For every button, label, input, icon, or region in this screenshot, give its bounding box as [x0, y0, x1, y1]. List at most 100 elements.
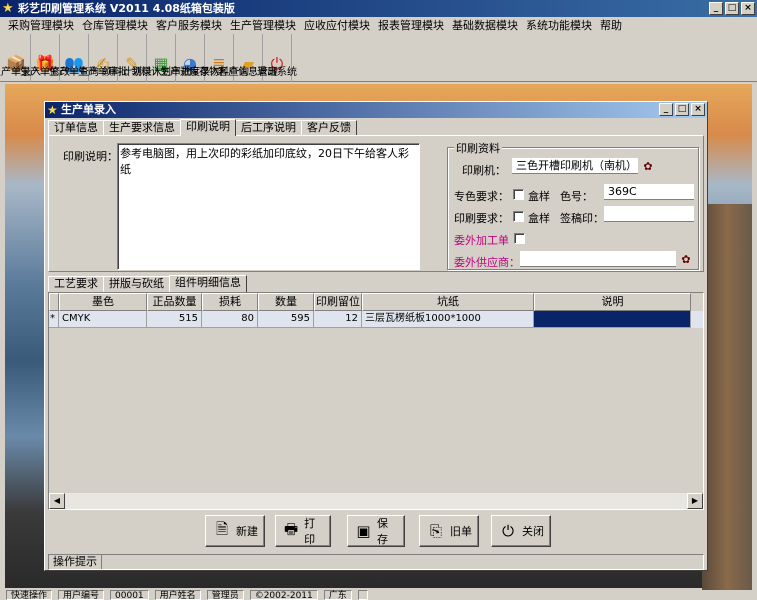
print-req-label: 印刷要求： — [454, 212, 509, 225]
main-toolbar: 📦生产单录入🎁生产单修改👥生产单查询✍生产单审批✎领料计划录入▦领料计划审批◕生… — [0, 34, 757, 82]
tab-top-0[interactable]: 订单信息 — [48, 120, 104, 136]
menu-accounts[interactable]: 应收应付模块 — [300, 17, 374, 34]
child-minimize-button[interactable]: _ — [659, 103, 673, 116]
component-detail-grid[interactable]: 墨色 正品数量 损耗 数量 印刷留位 坑纸 说明 * CMYK 515 80 5… — [48, 292, 704, 510]
supplier-field[interactable] — [520, 251, 676, 267]
child-close-button[interactable]: × — [691, 103, 705, 116]
grid-horizontal-scrollbar[interactable]: ◀ ▶ — [49, 493, 703, 509]
press-field[interactable]: 三色开槽印刷机（南机） — [512, 158, 638, 174]
operation-hint-bar: 操作提示 — [48, 554, 704, 570]
spot-sample-checkbox[interactable] — [513, 189, 524, 200]
app-title: 彩艺印刷管理系统 V2011 4.08纸箱包装版 — [18, 2, 235, 15]
print-sample-checkbox[interactable] — [513, 211, 524, 222]
supplier-label: 委外供应商： — [454, 256, 520, 269]
tab-top-1[interactable]: 生产要求信息 — [103, 120, 181, 136]
col-margin[interactable]: 印刷留位 — [314, 293, 362, 311]
old-order-icon: ⎘ — [429, 522, 442, 540]
toolbar-button-9[interactable]: ⏻ 退出系统 — [257, 34, 297, 82]
table-row[interactable]: * CMYK 515 80 595 12 三层瓦楞纸板1000*1000 — [49, 311, 703, 328]
scroll-right-icon[interactable]: ▶ — [687, 493, 703, 509]
bottom-tab-strip: 工艺要求 拼版与砍纸 组件明细信息 — [48, 275, 247, 292]
print-sample-label: 盒样 — [528, 212, 550, 225]
status-cell-1: 用户编号 — [58, 590, 105, 600]
status-cell-4: 管理员 — [206, 590, 244, 600]
print-data-group: 印刷资料 印刷机： 三色开槽印刷机（南机） ✿ 专色要求： 盒样 色号： 369… — [447, 140, 699, 270]
menu-production[interactable]: 生产管理模块 — [226, 17, 300, 34]
action-button-2[interactable]: ▣ 保存 — [347, 515, 405, 547]
cell-note[interactable] — [534, 311, 691, 328]
col-paper[interactable]: 坑纸 — [362, 293, 534, 311]
spot-color-label: 专色要求： — [454, 190, 509, 203]
close-button[interactable]: × — [741, 2, 755, 15]
tab-bottom-2[interactable]: 组件明细信息 — [169, 275, 247, 292]
action-button-label: 关闭 — [522, 525, 544, 538]
outsource-checkbox[interactable] — [514, 233, 525, 244]
action-button-1[interactable]: 🖶 打印 — [275, 515, 331, 547]
close-power-icon: ⏻ — [502, 522, 514, 540]
col-good-qty[interactable]: 正品数量 — [147, 293, 202, 311]
menu-reports[interactable]: 报表管理模块 — [374, 17, 448, 34]
color-no-field[interactable]: 369C — [604, 184, 694, 200]
action-button-label: 打印 — [304, 517, 316, 546]
grid-indicator-header — [49, 293, 59, 311]
cell-qty[interactable]: 595 — [258, 311, 314, 328]
tab-bottom-1[interactable]: 拼版与砍纸 — [103, 276, 170, 292]
action-button-0[interactable]: 🗎 新建 — [205, 515, 265, 547]
cell-paper[interactable]: 三层瓦楞纸板1000*1000 — [362, 311, 534, 328]
action-button-4[interactable]: ⏻ 关闭 — [491, 515, 551, 547]
grid-header: 墨色 正品数量 损耗 数量 印刷留位 坑纸 说明 — [49, 293, 703, 311]
tab-bottom-0[interactable]: 工艺要求 — [48, 276, 104, 292]
menu-system[interactable]: 系统功能模块 — [522, 17, 596, 34]
new-doc-icon: 🗎 — [215, 519, 229, 538]
menu-customer[interactable]: 客户服务模块 — [152, 17, 226, 34]
printer-icon: 🖶 — [283, 519, 299, 538]
app-title-bar: ★ 彩艺印刷管理系统 V2011 4.08纸箱包装版 _ □ × — [0, 0, 757, 17]
child-maximize-button[interactable]: □ — [675, 103, 689, 116]
status-bar: 快速操作 用户编号 00001 用户姓名 管理员 ©2002-2011 广东 — [0, 590, 757, 600]
press-lookup-icon[interactable]: ✿ — [640, 159, 656, 175]
print-data-group-title: 印刷资料 — [454, 140, 502, 156]
col-qty[interactable]: 数量 — [258, 293, 314, 311]
status-cell-5: ©2002-2011 — [249, 590, 318, 600]
minimize-button[interactable]: _ — [709, 2, 723, 15]
maximize-button[interactable]: □ — [725, 2, 739, 15]
proof-field[interactable] — [604, 206, 694, 222]
color-no-label: 色号： — [560, 190, 593, 203]
tab-top-3[interactable]: 后工序说明 — [235, 120, 302, 136]
outsource-label: 委外加工单 — [454, 234, 509, 247]
col-ink[interactable]: 墨色 — [59, 293, 147, 311]
print-note-label: 印刷说明： — [63, 150, 118, 163]
menu-warehouse[interactable]: 仓库管理模块 — [78, 17, 152, 34]
child-title-bar: ★ 生产单录入 _ □ × — [45, 102, 707, 118]
menu-purchase[interactable]: 采购管理模块 — [4, 17, 78, 34]
status-cell-2: 00001 — [110, 590, 149, 600]
child-title: 生产单录入 — [61, 103, 116, 116]
app-star-icon: ★ — [2, 1, 14, 16]
cell-margin[interactable]: 12 — [314, 311, 362, 328]
top-tab-strip: 订单信息 生产要求信息 印刷说明 后工序说明 客户反馈 — [48, 119, 357, 136]
scroll-left-icon[interactable]: ◀ — [49, 493, 65, 509]
cell-ink[interactable]: CMYK — [59, 311, 147, 328]
print-note-memo[interactable]: 参考电脑图，用上次印的彩纸加印底纹，20日下午给客人彩纸 — [117, 143, 420, 270]
status-cell-6: 广东 — [323, 590, 352, 600]
tab-top-4[interactable]: 客户反馈 — [301, 120, 357, 136]
action-button-3[interactable]: ⎘ 旧单 — [419, 515, 479, 547]
status-cell-0: 快速操作 — [6, 590, 53, 600]
action-button-label: 保存 — [377, 517, 389, 546]
tab-top-2[interactable]: 印刷说明 — [180, 119, 236, 136]
action-button-label: 新建 — [236, 525, 258, 538]
production-order-window: ★ 生产单录入 _ □ × 订单信息 生产要求信息 印刷说明 后工序说明 客户反馈 印刷… — [44, 101, 708, 571]
operation-hint-label: 操作提示 — [49, 555, 102, 569]
menu-help[interactable]: 帮助 — [596, 17, 626, 34]
child-star-icon: ★ — [47, 103, 58, 117]
supplier-lookup-icon[interactable]: ✿ — [678, 252, 694, 268]
col-loss[interactable]: 损耗 — [202, 293, 258, 311]
cell-loss[interactable]: 80 — [202, 311, 258, 328]
menu-basedata[interactable]: 基础数据模块 — [448, 17, 522, 34]
save-icon: ▣ — [356, 522, 371, 540]
status-cell-3: 用户姓名 — [154, 590, 201, 600]
cell-good-qty[interactable]: 515 — [147, 311, 202, 328]
col-note[interactable]: 说明 — [534, 293, 691, 311]
proof-label: 签稿印： — [560, 212, 604, 225]
action-button-label: 旧单 — [450, 525, 472, 538]
